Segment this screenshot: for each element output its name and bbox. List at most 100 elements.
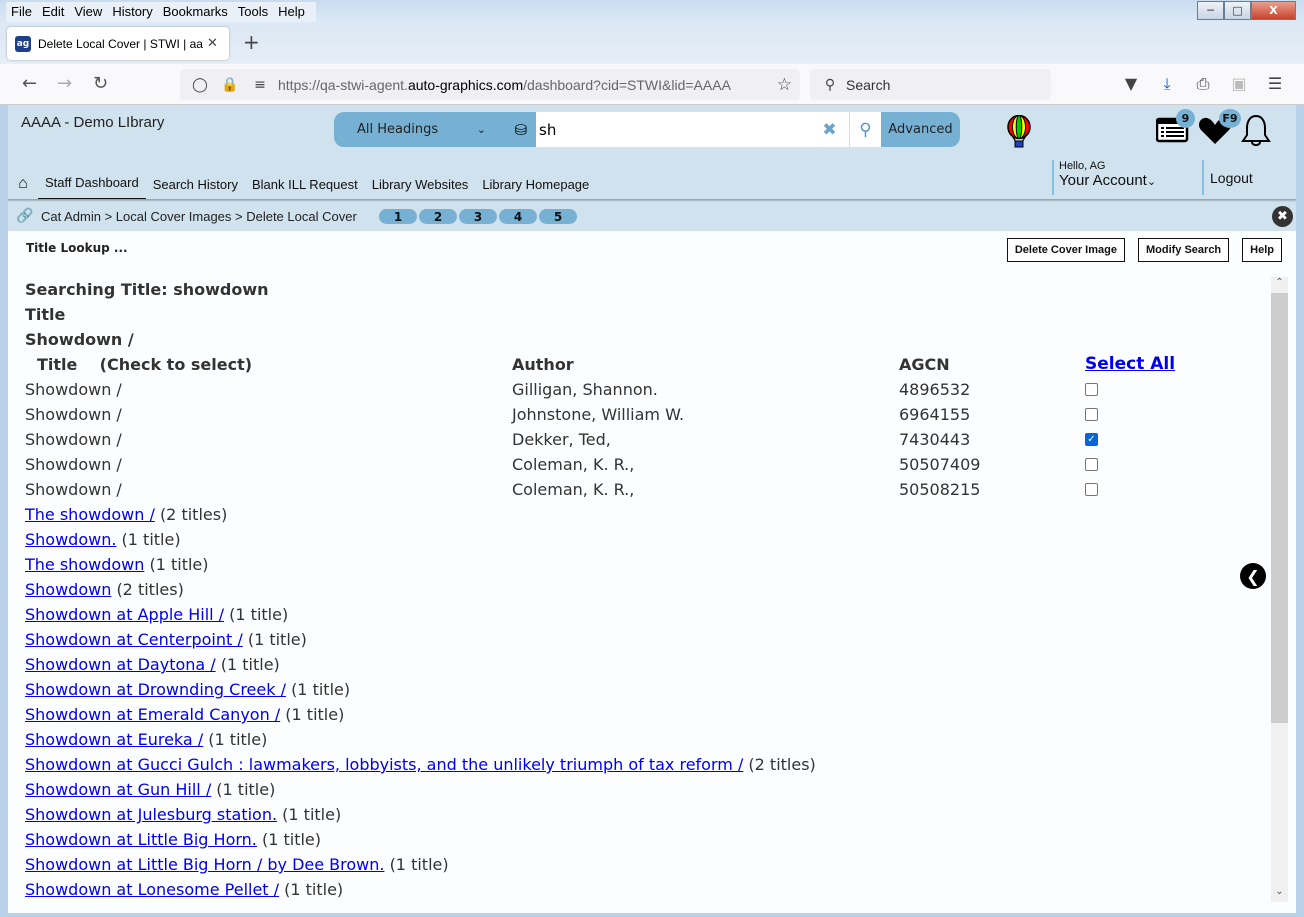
step-3[interactable]: 3 <box>458 208 498 225</box>
notification-bell-icon[interactable] <box>1240 114 1272 152</box>
forward-icon[interactable]: → <box>57 73 72 94</box>
scroll-down-icon[interactable]: ⌄ <box>1271 886 1288 902</box>
row-checkbox[interactable] <box>1085 483 1098 496</box>
nav-staff-dashboard[interactable]: Staff Dashboard <box>38 167 146 201</box>
clear-search-icon[interactable]: ✖ <box>810 112 850 147</box>
nav-blank-ill-request[interactable]: Blank ILL Request <box>245 167 365 201</box>
heading-link[interactable]: Showdown. <box>25 530 116 549</box>
maximize-button[interactable]: □ <box>1224 1 1251 20</box>
heading-select[interactable]: All Headings ⌄ <box>334 112 506 147</box>
row-author: Johnstone, William W. <box>512 405 685 424</box>
table-row: Showdown / Dekker, Ted, 7430443 ✓ <box>25 427 1265 452</box>
nav-library-homepage[interactable]: Library Homepage <box>475 167 596 201</box>
list-item: Showdown at Apple Hill / (1 title) <box>25 602 1265 627</box>
heading-link[interactable]: Showdown at Eureka / <box>25 730 203 749</box>
heading-link[interactable]: Showdown at Little Big Horn. <box>25 830 257 849</box>
database-icon[interactable]: ⛁ <box>506 112 536 147</box>
heading-count: (2 titles) <box>748 755 816 774</box>
help-button[interactable]: Help <box>1242 238 1282 262</box>
account-menu[interactable]: Hello, AG Your Account⌄ <box>1052 160 1156 195</box>
advanced-search-button[interactable]: Advanced <box>881 112 960 147</box>
heading-link[interactable]: Showdown at Centerpoint / <box>25 630 243 649</box>
favorites-heart-icon[interactable]: F9 <box>1198 109 1241 149</box>
lock-icon[interactable]: 🔒 <box>220 77 240 93</box>
favicon-icon: ag <box>15 35 31 52</box>
heading-count: (1 title) <box>389 855 449 874</box>
search-icon: ⚲ <box>824 76 836 93</box>
print-icon[interactable]: ⎙ <box>1194 74 1212 94</box>
step-1[interactable]: 1 <box>378 208 418 225</box>
menu-edit[interactable]: Edit <box>37 2 69 22</box>
heading-count: (1 title) <box>121 530 181 549</box>
back-icon[interactable]: ← <box>22 73 37 94</box>
nav-library-websites[interactable]: Library Websites <box>365 167 476 201</box>
download-icon[interactable]: ⤓ <box>1158 74 1176 94</box>
reload-icon[interactable]: ↻ <box>93 73 108 94</box>
list-item: Showdown (2 titles) <box>25 577 1265 602</box>
heading-link[interactable]: Showdown at Daytona / <box>25 655 216 674</box>
heading-link[interactable]: Showdown <box>25 580 111 599</box>
menu-bookmarks[interactable]: Bookmarks <box>158 2 233 22</box>
heading-link[interactable]: Showdown at Julesburg station. <box>25 805 277 824</box>
browser-tab[interactable]: ag Delete Local Cover | STWI | aaaa ✕ <box>7 27 229 60</box>
logout-link[interactable]: Logout <box>1202 160 1253 195</box>
modify-search-button[interactable]: Modify Search <box>1137 238 1230 262</box>
lookup-title: Title Lookup ... <box>26 241 128 255</box>
select-all-link[interactable]: Select All <box>1085 352 1175 377</box>
delete-cover-image-button[interactable]: Delete Cover Image <box>1006 238 1125 262</box>
close-panel-icon[interactable]: ✖ <box>1272 206 1293 227</box>
heading-link[interactable]: The showdown <box>25 555 144 574</box>
account-label: Your Account <box>1059 172 1147 189</box>
menu-help[interactable]: Help <box>273 2 310 22</box>
heading-link[interactable]: The showdown / <box>25 505 155 524</box>
home-icon[interactable]: ⌂ <box>8 167 38 201</box>
chevron-left-icon[interactable]: ❮ <box>1240 563 1266 589</box>
menu-history[interactable]: History <box>107 2 157 22</box>
bookmark-star-icon[interactable]: ☆ <box>777 75 792 95</box>
vertical-scrollbar[interactable]: ⌃ ⌄ <box>1271 277 1288 902</box>
step-5[interactable]: 5 <box>538 208 578 225</box>
balloon-icon[interactable] <box>1006 115 1032 149</box>
list-item: Showdown at Centerpoint / (1 title) <box>25 627 1265 652</box>
heading-link[interactable]: Showdown at Little Big Horn / by Dee Bro… <box>25 855 384 874</box>
searching-label: Searching Title: showdown <box>25 280 269 299</box>
table-row: Showdown / Johnstone, William W. 6964155 <box>25 402 1265 427</box>
tab-close-icon[interactable]: ✕ <box>207 36 218 51</box>
search-button[interactable]: ⚲ <box>850 112 881 147</box>
heading-link[interactable]: Showdown at Gun Hill / <box>25 780 211 799</box>
hamburger-menu-icon[interactable]: ☰ <box>1266 74 1284 94</box>
row-title: Showdown / <box>25 455 122 474</box>
menu-file[interactable]: File <box>6 2 37 22</box>
menu-tools[interactable]: Tools <box>233 2 273 22</box>
browser-search-bar[interactable]: ⚲ Search <box>810 69 1051 100</box>
scroll-up-icon[interactable]: ⌃ <box>1271 277 1288 293</box>
heading-link[interactable]: Showdown at Emerald Canyon / <box>25 705 280 724</box>
close-window-button[interactable]: X <box>1251 1 1296 20</box>
row-checkbox[interactable] <box>1085 383 1098 396</box>
search-input[interactable] <box>536 112 810 147</box>
heading-link[interactable]: Showdown at Lonesome Pellet / <box>25 880 279 899</box>
url-bar[interactable]: ◯ 🔒 ≡ https://qa-stwi-agent.auto-graphic… <box>180 69 800 100</box>
url-prefix: https://qa-stwi-agent. <box>278 76 408 93</box>
nav-search-history[interactable]: Search History <box>146 167 245 201</box>
breadcrumb-bar: 🔗 Cat Admin > Local Cover Images > Delet… <box>8 202 1296 231</box>
table-row: Showdown / Gilligan, Shannon. 4896532 <box>25 377 1265 402</box>
list-icon[interactable]: 9 <box>1155 109 1195 147</box>
permissions-icon[interactable]: ≡ <box>250 77 270 93</box>
minimize-button[interactable]: ─ <box>1197 1 1224 20</box>
heading-link[interactable]: Showdown at Drownding Creek / <box>25 680 286 699</box>
menu-view[interactable]: View <box>69 2 107 22</box>
row-checkbox[interactable] <box>1085 458 1098 471</box>
heading-link[interactable]: Showdown at Gucci Gulch : lawmakers, lob… <box>25 755 743 774</box>
extension-icon[interactable]: ▣ <box>1230 74 1248 94</box>
row-checkbox[interactable] <box>1085 408 1098 421</box>
step-2[interactable]: 2 <box>418 208 458 225</box>
row-checkbox[interactable]: ✓ <box>1085 433 1098 446</box>
new-tab-button[interactable]: + <box>243 30 260 54</box>
heading-link[interactable]: Showdown at Apple Hill / <box>25 605 224 624</box>
pocket-icon[interactable]: ▼ <box>1122 74 1140 94</box>
shield-icon[interactable]: ◯ <box>190 77 210 93</box>
section-label: Title <box>25 305 66 324</box>
scrollbar-thumb[interactable] <box>1271 293 1288 723</box>
step-4[interactable]: 4 <box>498 208 538 225</box>
